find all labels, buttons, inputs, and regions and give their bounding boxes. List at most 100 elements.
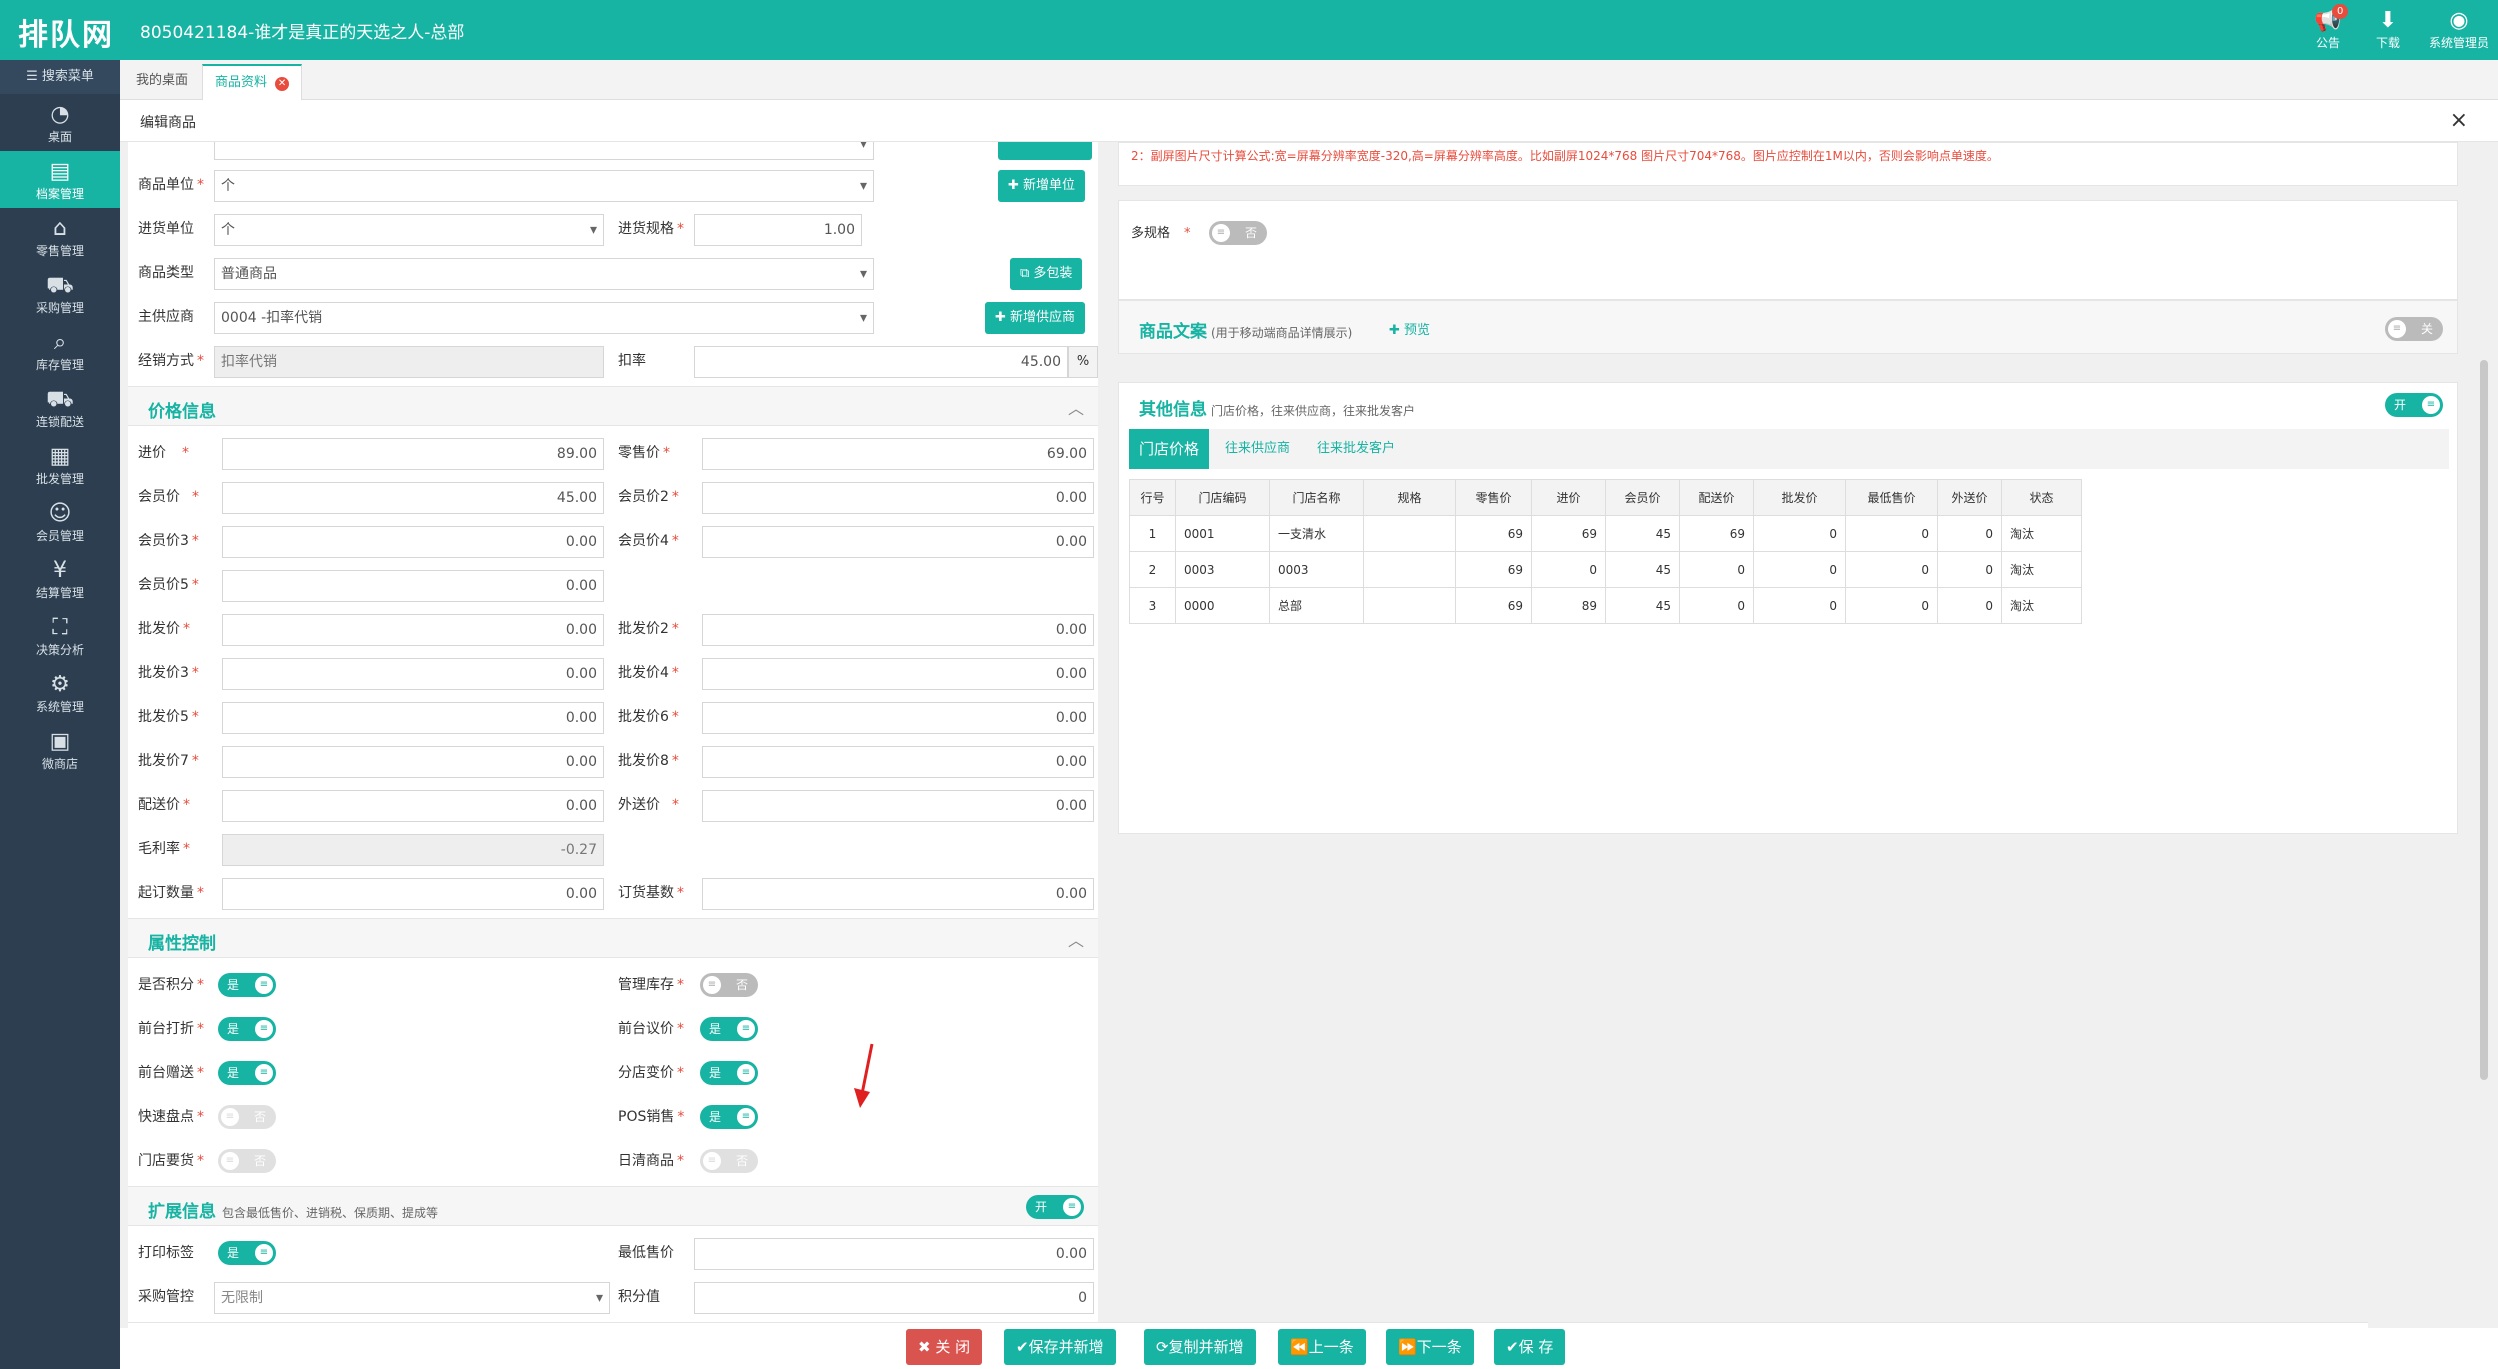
other-info-toggle[interactable]: 开 ≡ <box>2385 393 2443 417</box>
copy-and-new-button[interactable]: ⟳复制并新增 <box>1144 1329 1256 1365</box>
table-row[interactable]: 3 0000 总部 69 89 45 0 0 0 0 淘汰 <box>1129 587 2082 624</box>
next-button[interactable]: ⏩下一条 <box>1386 1329 1474 1365</box>
price-input[interactable]: 0.00 <box>702 482 1094 514</box>
price-input[interactable]: 89.00 <box>222 438 604 470</box>
price-input[interactable]: 0.00 <box>702 526 1094 558</box>
cell: 0 <box>1845 587 1938 624</box>
sidebar-item-analysis[interactable]: ⛶ 决策分析 <box>0 607 120 664</box>
sidebar-item-purchase[interactable]: ⛟ 采购管理 <box>0 265 120 322</box>
points-toggle[interactable]: 是 ≡ <box>218 973 276 997</box>
daily-clear-toggle[interactable]: ≡ 否 <box>700 1149 758 1173</box>
other-info-tabs: 门店价格 往来供应商 往来批发客户 <box>1129 429 2449 469</box>
sidebar-item-microshop[interactable]: ▣ 微商店 <box>0 721 120 778</box>
save-button[interactable]: ✔保 存 <box>1494 1329 1566 1365</box>
add-supplier-button[interactable]: ✚ 新增供应商 <box>985 302 1086 334</box>
multi-pack-button[interactable]: ⧉ 多包装 <box>1010 258 1083 290</box>
sidebar-item-delivery[interactable]: ⛟ 连锁配送 <box>0 379 120 436</box>
price-input[interactable]: 69.00 <box>702 438 1094 470</box>
cell: 69 <box>1679 515 1754 552</box>
price-input[interactable]: 0.00 <box>702 746 1094 778</box>
min-price-input[interactable]: 0.00 <box>694 1238 1094 1270</box>
chevron-up-icon[interactable]: ︿ <box>1068 927 1084 951</box>
col-header: 规格 <box>1363 479 1456 516</box>
price-input[interactable]: 0.00 <box>222 790 604 822</box>
price-input[interactable]: 45.00 <box>222 482 604 514</box>
sidebar-item-retail[interactable]: ⌂ 零售管理 <box>0 208 120 265</box>
attr-label: 快速盘点 * <box>138 1109 204 1125</box>
add-brand-button[interactable] <box>998 142 1092 160</box>
vertical-scrollbar[interactable] <box>2480 360 2488 1080</box>
copy-toggle[interactable]: ≡ 关 <box>2385 317 2443 341</box>
price-label: 批发价 * <box>138 621 190 637</box>
close-button[interactable]: ✖ 关 闭 <box>906 1329 983 1365</box>
price-input[interactable]: 0.00 <box>702 878 1094 910</box>
tab-product[interactable]: 商品资料 ✕ <box>202 64 303 100</box>
sidebar-item-wholesale[interactable]: ▦ 批发管理 <box>0 436 120 493</box>
ext-toggle[interactable]: 开 ≡ <box>1026 1195 1084 1219</box>
chevron-up-icon[interactable]: ︿ <box>1068 395 1084 419</box>
branch-price-toggle[interactable]: 是 ≡ <box>700 1061 758 1085</box>
quick-count-toggle[interactable]: ≡ 否 <box>218 1105 276 1129</box>
close-icon[interactable]: × <box>2450 108 2468 133</box>
purchase-spec-label: 进货规格 * <box>618 221 684 237</box>
points-input[interactable]: 0 <box>694 1282 1094 1314</box>
price-input[interactable]: 0.00 <box>222 746 604 778</box>
download-button[interactable]: ⬇ 下载 <box>2358 8 2418 51</box>
min-price-label: 最低售价 <box>618 1245 674 1261</box>
unit-select[interactable]: 个 <box>214 170 874 202</box>
check-icon: ✔ <box>1016 1338 1029 1356</box>
tab-store-price[interactable]: 门店价格 <box>1129 429 1210 469</box>
purchase-ctrl-select[interactable]: 无限制 <box>214 1282 610 1314</box>
sidebar-item-desktop[interactable]: ◔ 桌面 <box>0 94 120 151</box>
sidebar-item-settlement[interactable]: ¥ 结算管理 <box>0 550 120 607</box>
purchase-spec-input[interactable]: 1.00 <box>694 214 862 246</box>
discount-input[interactable]: 45.00 <box>694 346 1068 378</box>
sidebar-search-label: 搜索菜单 <box>41 69 94 84</box>
preview-link[interactable]: ✚ 预览 <box>1389 319 1430 338</box>
store-order-toggle[interactable]: ≡ 否 <box>218 1149 276 1173</box>
price-input[interactable]: 0.00 <box>222 570 604 602</box>
cell: 0 <box>1753 515 1846 552</box>
user-menu[interactable]: ◉ 系统管理员 <box>2424 8 2494 51</box>
price-input[interactable]: 0.00 <box>222 526 604 558</box>
save-and-new-button[interactable]: ✔保存并新增 <box>1004 1329 1116 1365</box>
pos-sale-toggle[interactable]: 是 ≡ <box>700 1105 758 1129</box>
tab-desktop[interactable]: 我的桌面 <box>124 64 200 100</box>
tab-suppliers[interactable]: 往来供应商 <box>1215 429 1300 469</box>
sidebar-search[interactable]: ☰ 搜索菜单 <box>0 60 120 94</box>
purchase-unit-select[interactable]: 个 <box>214 214 604 246</box>
app-logo[interactable]: 排队网 <box>18 10 114 54</box>
add-unit-button[interactable]: ✚ 新增单位 <box>998 170 1086 202</box>
table-row[interactable]: 1 0001 一支清水 69 69 45 69 0 0 0 淘汰 <box>1129 515 2082 552</box>
close-tab-icon[interactable]: ✕ <box>275 77 290 91</box>
sidebar-item-member[interactable]: ☺ 会员管理 <box>0 493 120 550</box>
sidebar-item-inventory[interactable]: ⌕ 库存管理 <box>0 322 120 379</box>
supplier-select[interactable]: 0004 -扣率代销 <box>214 302 874 334</box>
manage-stock-toggle[interactable]: ≡ 否 <box>700 973 758 997</box>
price-input[interactable]: 0.00 <box>222 614 604 646</box>
table-row[interactable]: 2 0003 0003 69 0 45 0 0 0 0 淘汰 <box>1129 551 2082 588</box>
gift-toggle[interactable]: 是 ≡ <box>218 1061 276 1085</box>
price-input[interactable]: 0.00 <box>702 658 1094 690</box>
brand-select[interactable] <box>214 142 874 160</box>
price-input[interactable]: 0.00 <box>222 658 604 690</box>
multi-spec-toggle[interactable]: ≡ 否 <box>1209 221 1267 245</box>
price-input[interactable]: 0.00 <box>702 790 1094 822</box>
price-input[interactable]: 0.00 <box>702 614 1094 646</box>
bargain-toggle[interactable]: 是 ≡ <box>700 1017 758 1041</box>
sidebar-item-system[interactable]: ⚙ 系统管理 <box>0 664 120 721</box>
type-select[interactable]: 普通商品 <box>214 258 874 290</box>
tab-wholesale-customers[interactable]: 往来批发客户 <box>1307 429 1405 469</box>
attr-section-header[interactable]: 属性控制 ︿ <box>128 918 1098 958</box>
sidebar-item-archive[interactable]: ▤ 档案管理 <box>0 151 120 208</box>
notice-button[interactable]: 📢 0 公告 <box>2298 4 2358 51</box>
price-input[interactable]: 0.00 <box>702 702 1094 734</box>
print-label-toggle[interactable]: 是 ≡ <box>218 1241 276 1265</box>
price-section-header[interactable]: 价格信息 ︿ <box>128 386 1098 426</box>
discount-toggle[interactable]: 是 ≡ <box>218 1017 276 1041</box>
price-input[interactable]: 0.00 <box>222 878 604 910</box>
prev-button[interactable]: ⏪上一条 <box>1278 1329 1366 1365</box>
cell: 3 <box>1129 587 1176 624</box>
close-x-icon: ✖ <box>918 1338 936 1356</box>
price-input[interactable]: 0.00 <box>222 702 604 734</box>
